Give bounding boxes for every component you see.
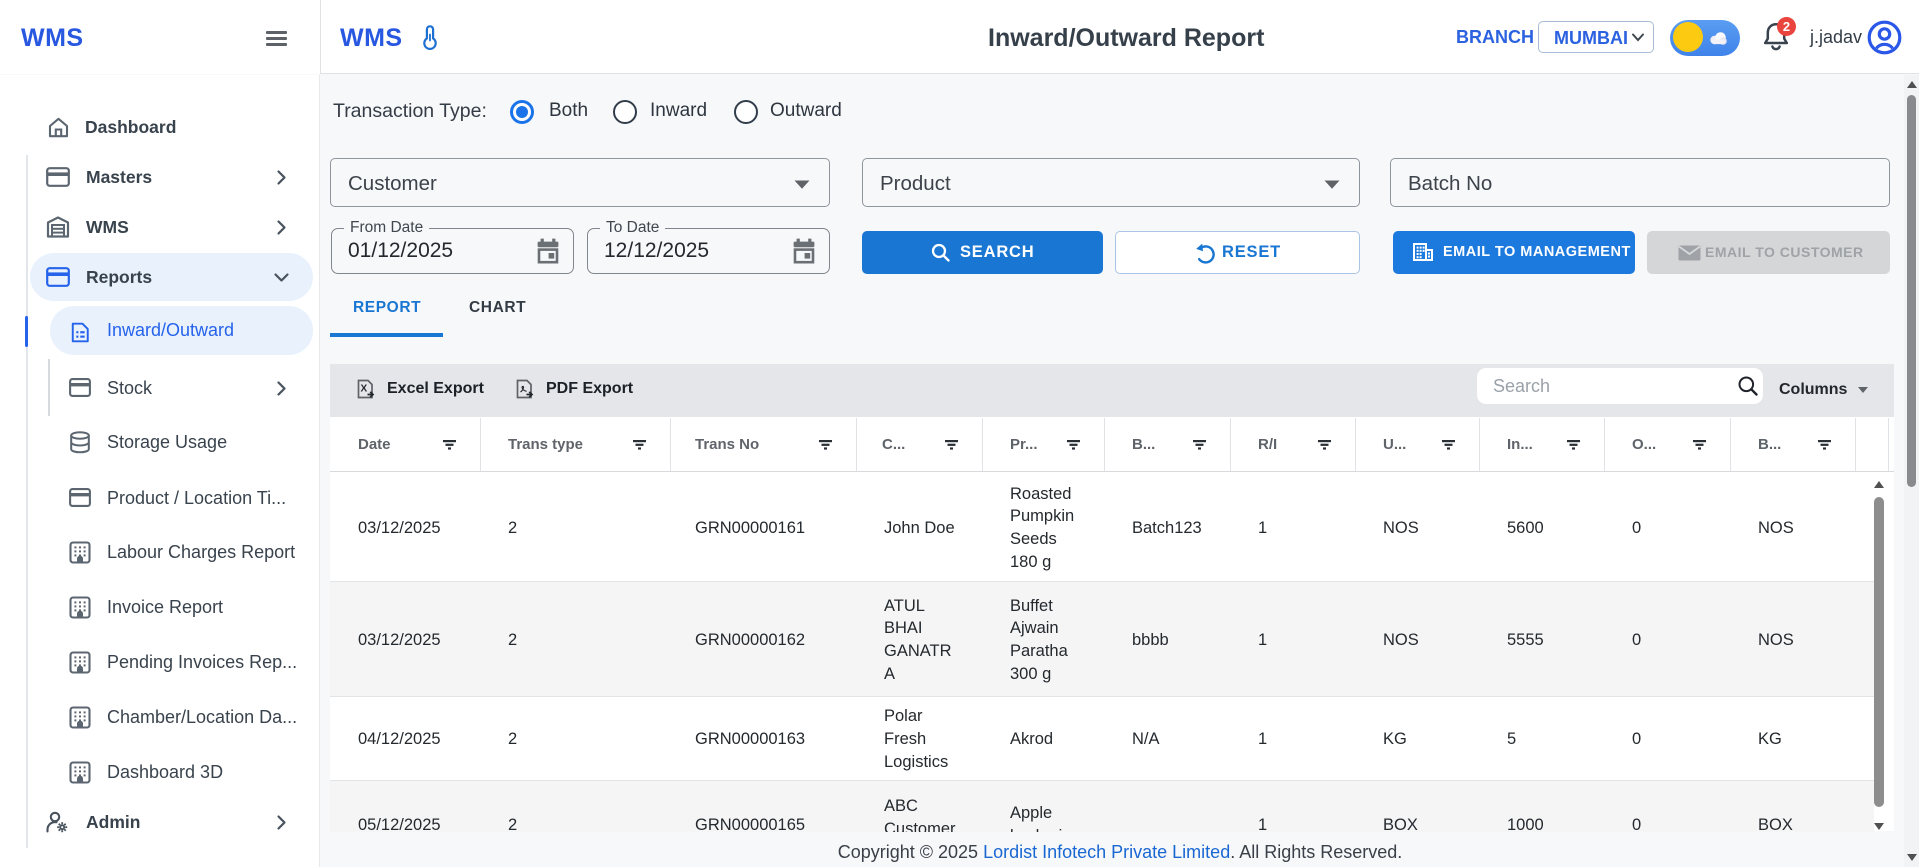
svg-text:X: X	[361, 384, 368, 395]
